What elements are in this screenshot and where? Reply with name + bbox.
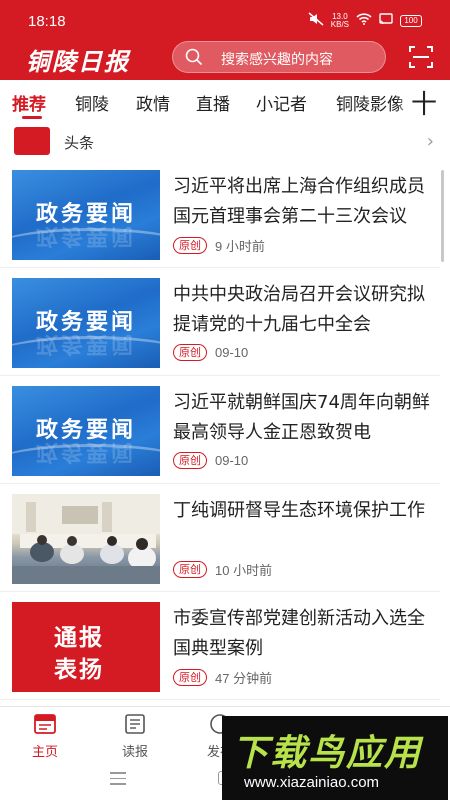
network-speed-unit: KB/S: [330, 19, 349, 29]
news-meta: 原创 09-10: [173, 452, 248, 469]
news-title: 习近平就朝鲜国庆74周年向朝鲜最高领导人金正恩致贺电: [173, 392, 430, 443]
nav-read-paper[interactable]: 读报: [105, 713, 165, 760]
chevron-right-icon: ›: [426, 131, 434, 152]
menu-icon[interactable]: [110, 772, 126, 789]
news-title: 习近平将出席上海合作组织成员国元首理事会第二十三次会议: [173, 176, 425, 227]
news-meta: 原创 47 分钟前: [173, 668, 272, 687]
watermark-title: 下载鸟应用: [232, 733, 423, 774]
app-header: 18:18 13.0 KB/S 100 铜陵日报 搜索感兴趣的内容: [0, 0, 450, 80]
nav-home-label: 主页: [31, 745, 58, 760]
battery-icon: 100: [400, 14, 422, 27]
nav-read-paper-label: 读报: [121, 745, 148, 760]
tab-tongling[interactable]: 铜陵: [75, 90, 109, 115]
news-item[interactable]: 政务要闻 政务要闻 习近平就朝鲜国庆74周年向朝鲜最高领导人金正恩致贺电 原创 …: [0, 376, 440, 484]
news-title: 中共中央政治局召开会议研究拟提请党的十九届七中全会: [173, 284, 425, 335]
news-time: 09-10: [215, 345, 249, 360]
newspaper-icon: [123, 714, 147, 739]
status-icons: 13.0 KB/S 100: [308, 12, 422, 29]
scrollbar[interactable]: [441, 170, 444, 262]
network-speed: 13.0 KB/S: [330, 12, 349, 29]
status-bar: 18:18 13.0 KB/S 100: [0, 0, 450, 40]
app-logo: 铜陵日报: [26, 47, 130, 76]
news-thumbnail: 政务要闻 政务要闻: [12, 386, 160, 476]
search-icon: [185, 48, 203, 70]
watermark: 下载鸟应用 www.xiazainiao.com: [222, 716, 448, 800]
thumbnail-reflection: 政务要闻: [35, 223, 136, 248]
add-channel-button[interactable]: 十: [410, 84, 438, 121]
original-badge: 原创: [173, 561, 207, 578]
news-meta: 原创 09-10: [173, 344, 248, 361]
news-time: 09-10: [215, 453, 249, 468]
headline-label: 头条: [64, 134, 95, 152]
nav-home[interactable]: 主页: [15, 713, 75, 760]
thumbnail-text-line2: 表扬: [54, 657, 104, 683]
news-item[interactable]: 丁纯调研督导生态环境保护工作 原创 10 小时前: [0, 484, 440, 592]
thumbnail-reflection: 政务要闻: [35, 439, 136, 464]
news-title: 丁纯调研督导生态环境保护工作: [173, 500, 425, 521]
original-badge: 原创: [173, 452, 207, 469]
thumbnail-text-line1: 通报: [54, 625, 104, 651]
headline-section[interactable]: 头条 ›: [0, 122, 450, 160]
news-item[interactable]: 通报 表扬 市委宣传部党建创新活动入选全国典型案例 原创 47 分钟前: [0, 592, 440, 700]
news-time: 9 小时前: [215, 239, 265, 254]
news-photo: [12, 494, 160, 584]
mute-icon: [308, 12, 324, 29]
original-badge: 原创: [173, 237, 207, 254]
channel-tabs: 推荐 铜陵 政情 直播 小记者 铜陵影像 十: [0, 80, 450, 122]
search-placeholder: 搜索感兴趣的内容: [221, 52, 333, 68]
active-tab-indicator: [22, 116, 42, 119]
wifi-icon: [356, 13, 372, 28]
tab-politics[interactable]: 政情: [136, 90, 170, 115]
original-badge: 原创: [173, 669, 207, 686]
scan-icon[interactable]: [408, 44, 434, 74]
watermark-url: www.xiazainiao.com: [244, 774, 380, 791]
news-thumbnail: 通报 表扬: [12, 602, 160, 692]
cast-icon: [379, 13, 393, 28]
tab-young-reporter[interactable]: 小记者: [256, 90, 307, 115]
news-item[interactable]: 政务要闻 政务要闻 中共中央政治局召开会议研究拟提请党的十九届七中全会 原创 0…: [0, 268, 440, 376]
headline-icon: [14, 127, 50, 155]
tab-live[interactable]: 直播: [196, 90, 230, 115]
thumbnail-reflection: 政务要闻: [35, 331, 136, 356]
news-time: 10 小时前: [215, 563, 273, 578]
tab-tongling-image[interactable]: 铜陵影像: [336, 90, 404, 115]
news-title: 市委宣传部党建创新活动入选全国典型案例: [173, 608, 425, 659]
news-thumbnail: 政务要闻 政务要闻: [12, 170, 160, 260]
news-item[interactable]: 政务要闻 政务要闻 习近平将出席上海合作组织成员国元首理事会第二十三次会议 原创…: [0, 160, 440, 268]
news-thumbnail: 政务要闻 政务要闻: [12, 278, 160, 368]
news-time: 47 分钟前: [215, 671, 273, 686]
news-meta: 原创 9 小时前: [173, 236, 265, 255]
original-badge: 原创: [173, 344, 207, 361]
status-time: 18:18: [28, 13, 66, 30]
news-meta: 原创 10 小时前: [173, 560, 272, 579]
tab-recommend[interactable]: 推荐: [12, 90, 46, 115]
news-icon: [33, 714, 57, 739]
search-bar[interactable]: 搜索感兴趣的内容: [172, 41, 386, 73]
